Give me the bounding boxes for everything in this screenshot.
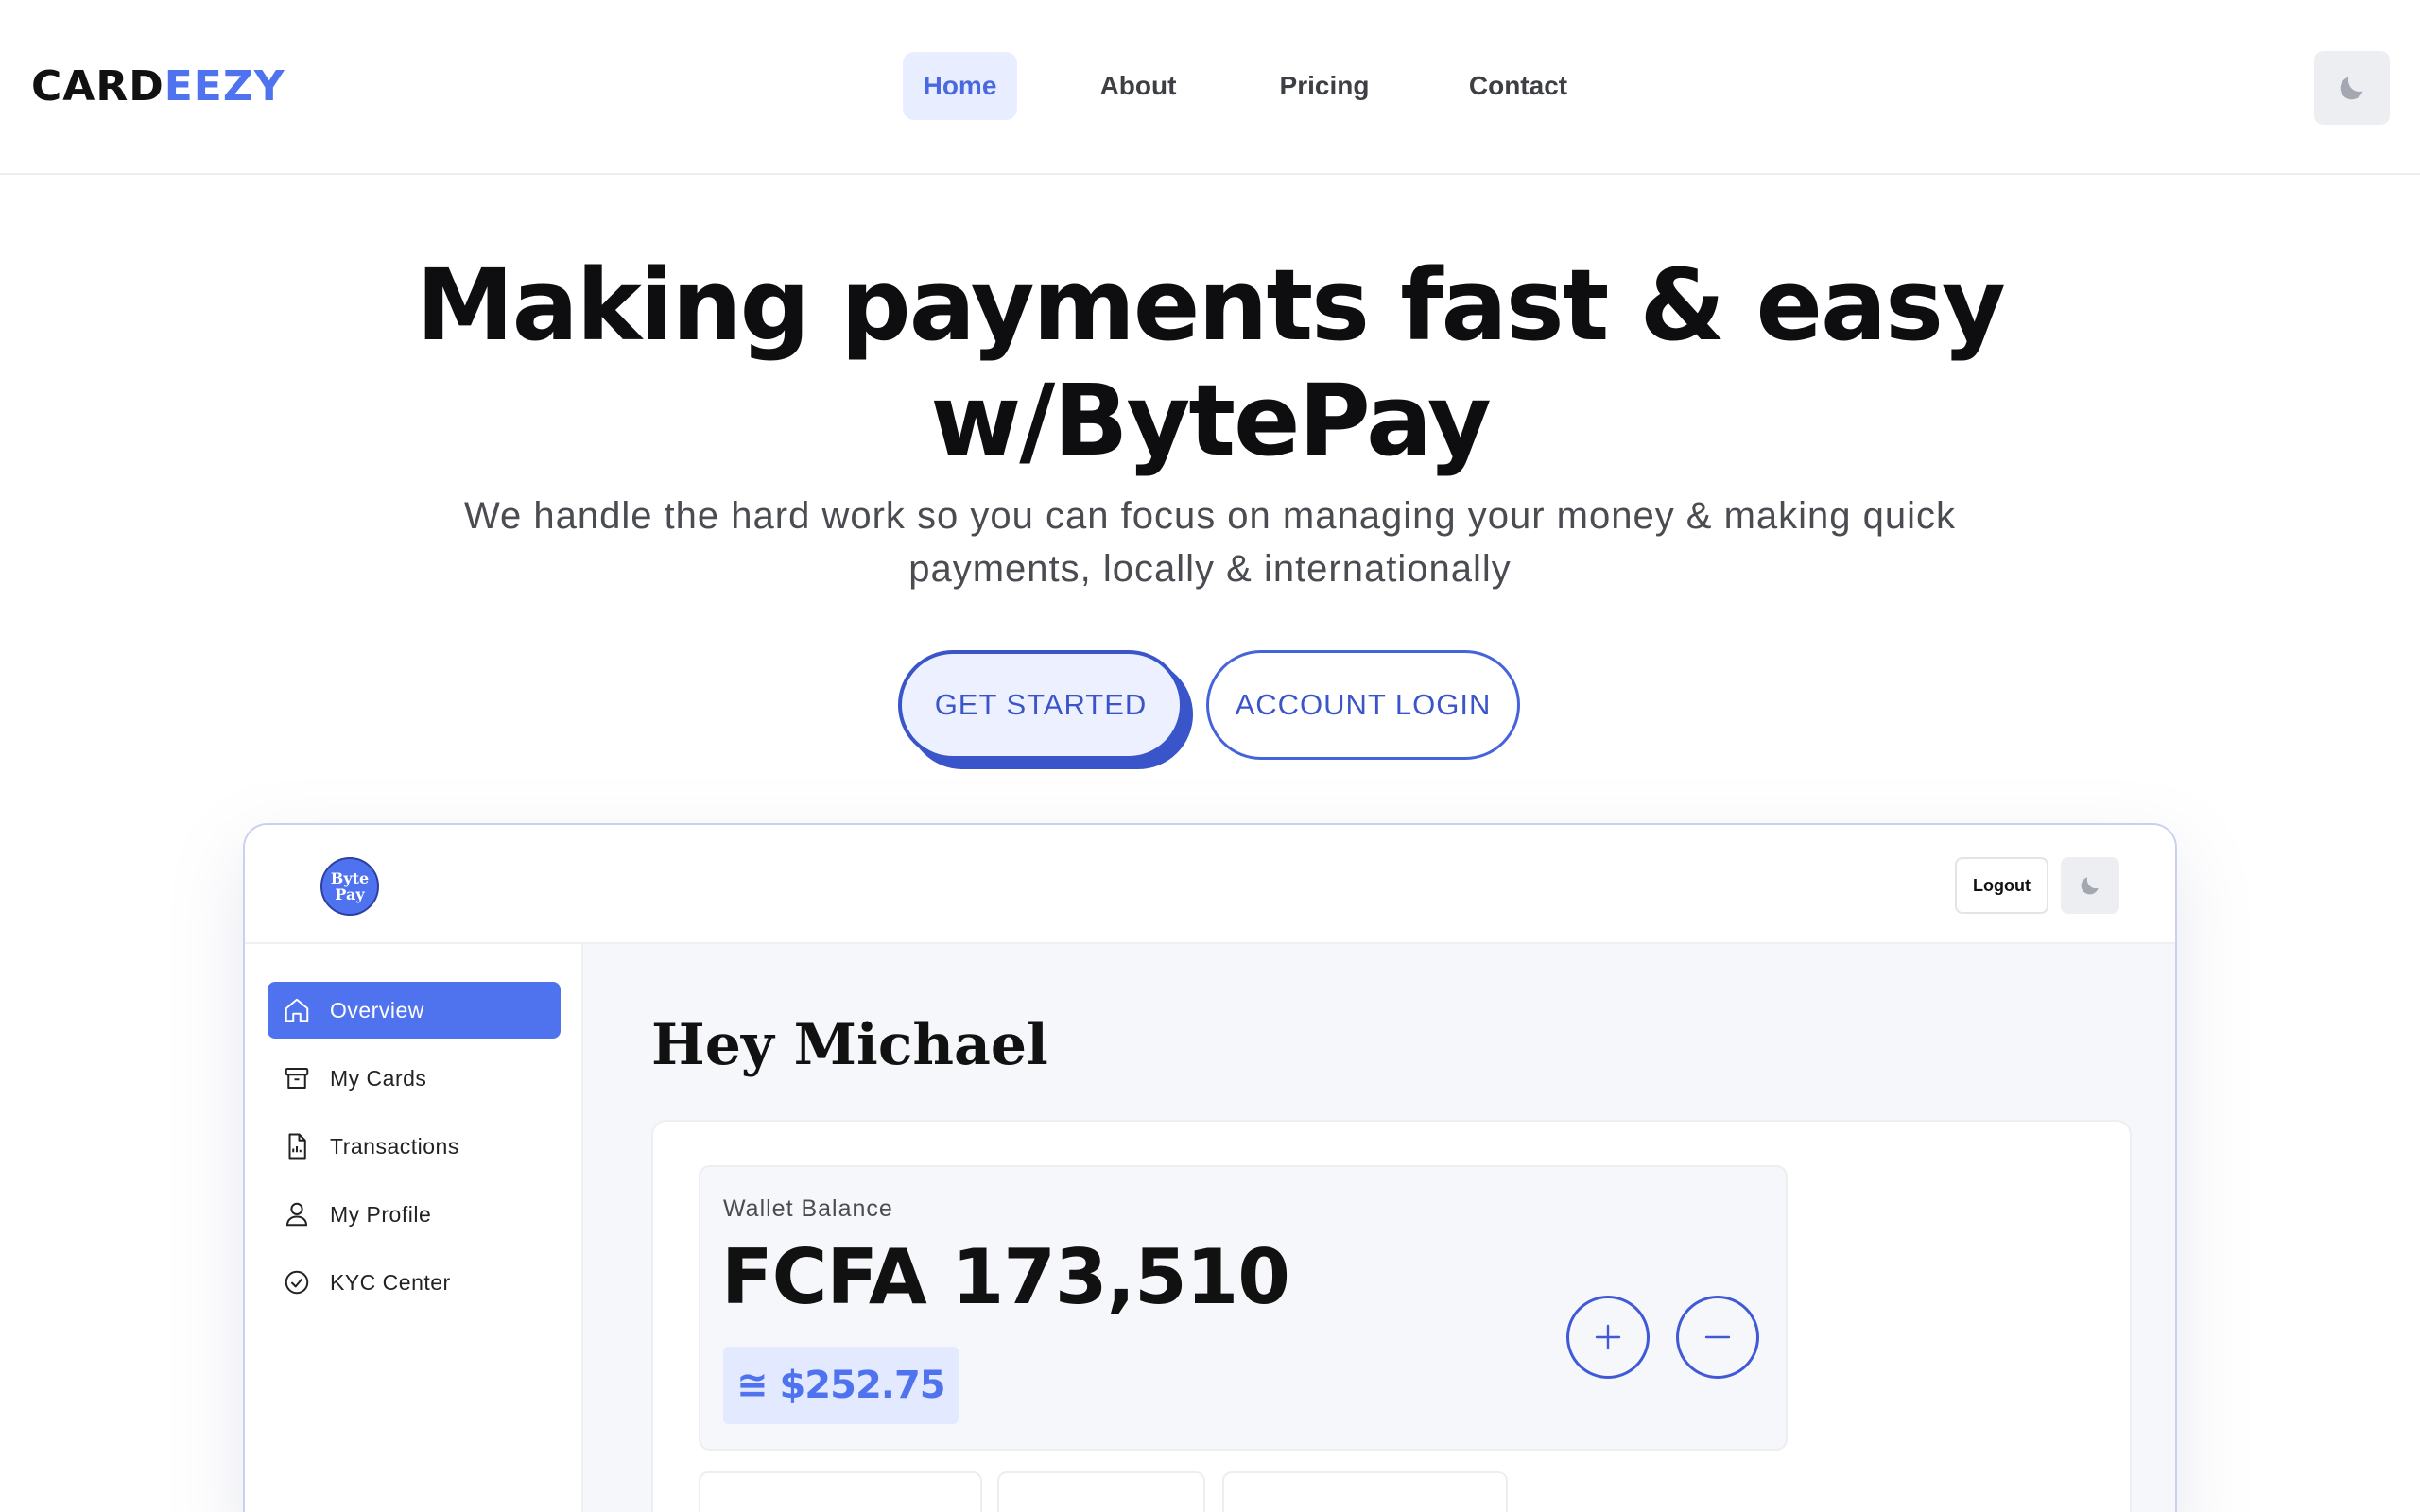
logout-button[interactable]: Logout bbox=[1955, 857, 2048, 914]
sidebar-item-overview[interactable]: Overview bbox=[268, 982, 561, 1039]
hero-subtitle: We handle the hard work so you can focus… bbox=[406, 490, 2014, 595]
brand-logo-part1: CARD bbox=[31, 62, 164, 111]
wallet-usd-equivalent: ≅ $252.75 bbox=[723, 1347, 959, 1424]
app-preview: Byte Pay Logout Overview My Cards Transa… bbox=[243, 823, 2177, 1512]
sidebar-item-my-cards[interactable]: My Cards bbox=[268, 1050, 561, 1107]
nav-home[interactable]: Home bbox=[903, 52, 1017, 120]
wallet-balance-label: Wallet Balance bbox=[723, 1195, 893, 1222]
user-icon bbox=[281, 1198, 313, 1230]
check-circle-icon bbox=[281, 1266, 313, 1298]
sidebar-item-label: Overview bbox=[330, 997, 424, 1022]
app-header: Byte Pay Logout bbox=[245, 825, 2175, 944]
minus-icon bbox=[1704, 1335, 1731, 1339]
theme-toggle-button[interactable] bbox=[2314, 51, 2390, 125]
app-theme-toggle-button[interactable] bbox=[2061, 857, 2119, 914]
nav-pricing[interactable]: Pricing bbox=[1267, 52, 1382, 120]
get-started-button[interactable]: GET STARTED bbox=[898, 650, 1184, 760]
sidebar-item-transactions[interactable]: Transactions bbox=[268, 1118, 561, 1175]
card-box-icon bbox=[281, 1062, 313, 1094]
hero-subtitle-line2: payments, locally & internationally bbox=[908, 548, 1512, 590]
moon-icon bbox=[2340, 77, 2363, 100]
nav-contact[interactable]: Contact bbox=[1456, 52, 1581, 120]
bytepay-logo-line2: Pay bbox=[335, 885, 365, 903]
sidebar-item-kyc-center[interactable]: KYC Center bbox=[268, 1254, 561, 1311]
summary-card bbox=[699, 1471, 982, 1512]
withdraw-funds-button[interactable] bbox=[1676, 1296, 1759, 1379]
hero-title-line1: Making payments fast & easy bbox=[416, 248, 2006, 363]
brand-logo[interactable]: CARDEEZY bbox=[31, 59, 285, 115]
sidebar-item-label: My Cards bbox=[330, 1065, 427, 1091]
hero-title: Making payments fast & easy w/BytePay bbox=[0, 248, 2420, 478]
app-main: Hey Michael Wallet Balance FCFA 173,510 … bbox=[583, 944, 2175, 1512]
moon-icon bbox=[2081, 877, 2099, 895]
overview-panel: Wallet Balance FCFA 173,510 ≅ $252.75 bbox=[651, 1120, 2132, 1512]
wallet-balance-card: Wallet Balance FCFA 173,510 ≅ $252.75 bbox=[699, 1165, 1788, 1451]
sidebar-item-my-profile[interactable]: My Profile bbox=[268, 1186, 561, 1243]
wallet-balance-amount: FCFA 173,510 bbox=[721, 1233, 1290, 1321]
summary-card bbox=[1222, 1471, 1508, 1512]
nav-about[interactable]: About bbox=[1085, 52, 1191, 120]
hero-title-line2: w/BytePay bbox=[930, 363, 1492, 478]
sidebar-item-label: KYC Center bbox=[330, 1269, 451, 1295]
top-navbar: CARDEEZY Home About Pricing Contact bbox=[0, 0, 2420, 175]
brand-logo-part2: EEZY bbox=[164, 62, 285, 111]
home-icon bbox=[281, 994, 313, 1026]
sidebar-item-label: My Profile bbox=[330, 1201, 432, 1227]
hero-subtitle-line1: We handle the hard work so you can focus… bbox=[463, 495, 1957, 537]
document-icon bbox=[281, 1130, 313, 1162]
app-sidebar: Overview My Cards Transactions My Profil… bbox=[245, 944, 583, 1512]
sidebar-item-label: Transactions bbox=[330, 1133, 459, 1159]
account-login-button[interactable]: ACCOUNT LOGIN bbox=[1206, 650, 1520, 760]
greeting-heading: Hey Michael bbox=[651, 1012, 1048, 1078]
add-funds-button[interactable] bbox=[1566, 1296, 1650, 1379]
plus-icon bbox=[1595, 1324, 1621, 1350]
bytepay-logo[interactable]: Byte Pay bbox=[320, 857, 379, 916]
summary-card bbox=[997, 1471, 1205, 1512]
